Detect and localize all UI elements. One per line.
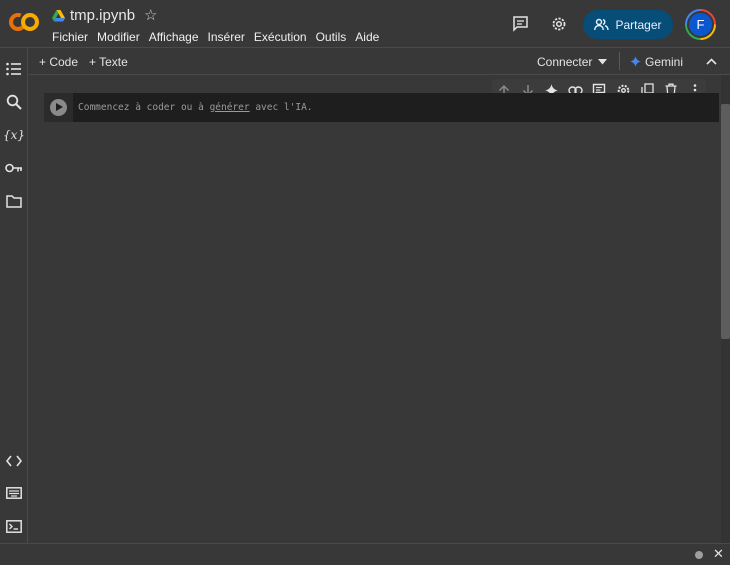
comments-icon[interactable]: [512, 15, 529, 32]
menu-modifier[interactable]: Modifier: [97, 30, 140, 44]
chevron-down-icon[interactable]: [598, 59, 607, 65]
scrollbar-thumb[interactable]: [721, 104, 730, 339]
menu-bar: Fichier Modifier Affichage Insérer Exécu…: [52, 30, 388, 44]
variables-icon[interactable]: {𝑥}: [3, 126, 25, 144]
notebook-title[interactable]: tmp.ipynb: [70, 7, 135, 24]
vertical-scrollbar[interactable]: [721, 75, 730, 544]
secrets-key-icon[interactable]: [5, 159, 23, 177]
menu-aide[interactable]: Aide: [355, 30, 379, 44]
menu-fichier[interactable]: Fichier: [52, 30, 88, 44]
run-cell-button[interactable]: [50, 99, 67, 116]
cell-placeholder[interactable]: Commencez à coder ou à générer avec l'IA…: [78, 102, 313, 113]
star-icon[interactable]: ☆: [144, 6, 157, 24]
add-code-button[interactable]: + Code: [39, 55, 78, 69]
menu-inserer[interactable]: Insérer: [208, 30, 245, 44]
share-button[interactable]: Partager: [583, 10, 673, 39]
status-indicator-icon[interactable]: [695, 551, 703, 559]
menu-execution[interactable]: Exécution: [254, 30, 307, 44]
menu-outils[interactable]: Outils: [316, 30, 347, 44]
files-folder-icon[interactable]: [5, 192, 23, 210]
left-sidebar: {𝑥}: [0, 48, 28, 544]
colab-logo[interactable]: [8, 10, 40, 34]
placeholder-text: Commencez à coder ou à: [78, 102, 210, 113]
avatar-initial: F: [687, 11, 714, 38]
google-drive-icon[interactable]: [52, 10, 65, 22]
command-palette-icon[interactable]: [5, 484, 23, 502]
gemini-button[interactable]: Gemini: [645, 55, 683, 69]
add-text-button[interactable]: + Texte: [89, 55, 128, 69]
generate-link[interactable]: générer: [210, 102, 250, 113]
menu-affichage[interactable]: Affichage: [149, 30, 199, 44]
connect-button[interactable]: Connecter: [537, 55, 592, 69]
cell-gutter: [44, 93, 73, 122]
table-of-contents-icon[interactable]: [5, 60, 23, 78]
code-snippets-icon[interactable]: [5, 452, 23, 470]
share-label: Partager: [615, 17, 662, 32]
status-bar: ✕: [0, 543, 730, 565]
close-icon[interactable]: ✕: [713, 546, 724, 562]
search-icon[interactable]: [5, 93, 23, 111]
avatar[interactable]: F: [685, 9, 716, 40]
people-icon: [594, 18, 610, 31]
placeholder-text-end: avec l'IA.: [249, 102, 313, 113]
notebook-toolbar: + Code + Texte Connecter Gemini: [29, 49, 730, 75]
gemini-sparkle-icon: [630, 56, 641, 67]
toolbar-divider: [619, 52, 620, 70]
terminal-icon[interactable]: [5, 517, 23, 535]
chevron-up-icon[interactable]: [706, 58, 717, 65]
code-cell[interactable]: Commencez à coder ou à générer avec l'IA…: [44, 93, 719, 122]
settings-icon[interactable]: [550, 15, 568, 33]
header: tmp.ipynb ☆ Fichier Modifier Affichage I…: [0, 0, 730, 48]
